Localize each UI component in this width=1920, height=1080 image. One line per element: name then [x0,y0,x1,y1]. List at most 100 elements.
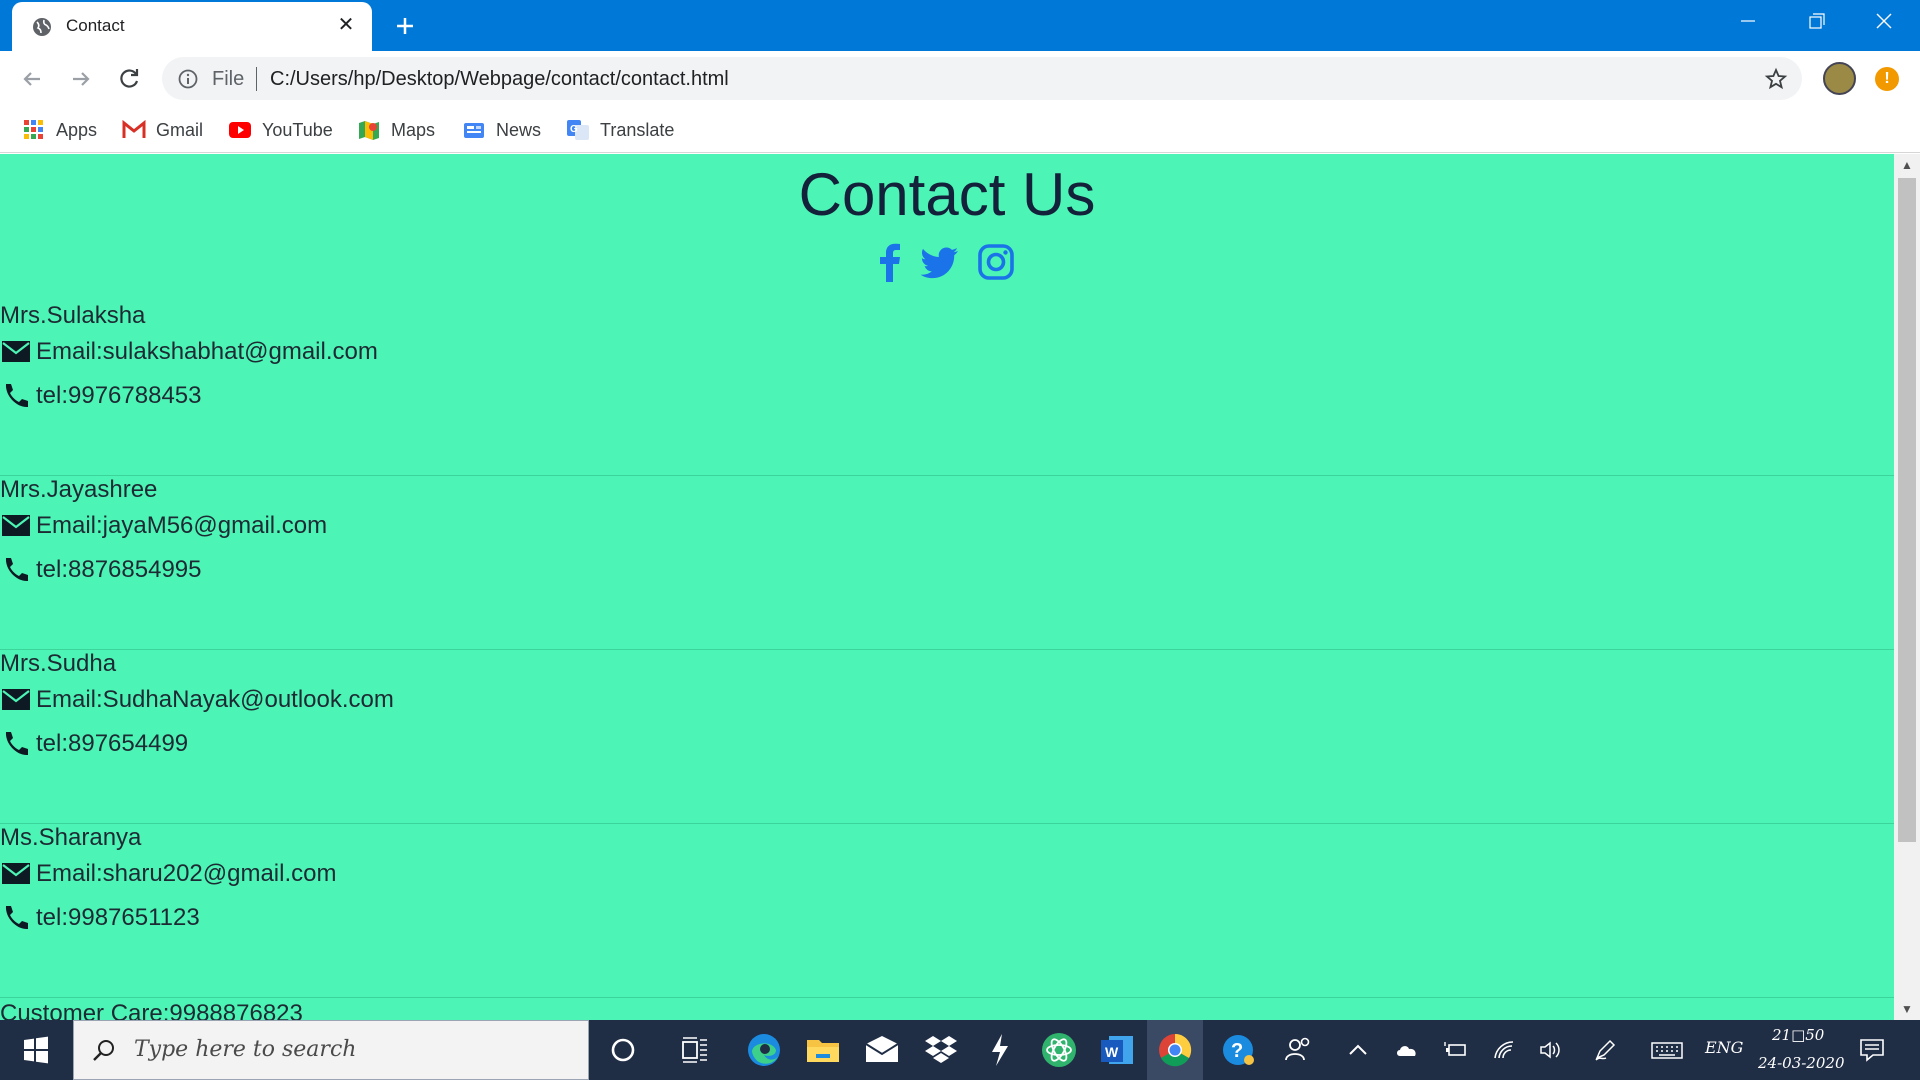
pen-ink-icon[interactable] [1592,1038,1618,1062]
bookmark-maps[interactable]: Maps [357,117,435,143]
bookmark-label: Apps [56,119,98,140]
search-placeholder: Type here to search [134,1037,357,1062]
input-language[interactable]: ENG [1705,1038,1743,1057]
contact-page: Contact Us Mrs.Sulaksha Email:sulakshabh… [0,154,1894,1020]
chrome-icon[interactable] [1153,1028,1197,1072]
show-hidden-icons-chevron-up-icon[interactable] [1345,1038,1371,1062]
word-icon[interactable]: W [1095,1028,1139,1072]
people-icon[interactable] [1276,1028,1320,1072]
contact-email-row: Email:SudhaNayak@outlook.com [0,682,394,718]
atom-app-icon[interactable] [1037,1028,1081,1072]
keyboard-icon[interactable] [1650,1038,1684,1062]
browser-tab[interactable]: Contact ✕ [12,2,372,51]
clock-date[interactable]: 24-03-2020 [1758,1054,1844,1072]
contact-email: Email:sharu202@gmail.com [36,860,337,887]
apps-grid-icon [24,120,43,139]
info-icon[interactable] [178,69,198,89]
search-icon [93,1040,114,1061]
gmail-icon [122,119,146,138]
bookmark-label: Gmail [156,119,204,140]
bookmark-star-icon[interactable] [1764,67,1788,91]
task-view-icon[interactable] [673,1028,717,1072]
phone-icon [5,732,28,756]
customer-care: Customer Care:9988876823 [0,1000,303,1020]
contact-phone: tel:897654499 [36,730,189,757]
contact-phone-row: tel:9987651123 [0,900,200,936]
bookmark-news[interactable]: News [462,117,541,143]
phone-icon [5,384,28,408]
profile-avatar[interactable] [1823,62,1856,95]
envelope-icon [2,689,30,710]
svg-text:G: G [570,124,578,135]
social-links [870,242,1030,282]
bookmark-youtube[interactable]: YouTube [228,117,333,143]
address-separator [256,67,257,91]
url-text[interactable]: C:/Users/hp/Desktop/Webpage/contact/cont… [270,68,729,91]
lightning-app-icon[interactable] [978,1028,1022,1072]
volume-icon[interactable] [1538,1038,1564,1062]
envelope-icon [2,515,30,536]
instagram-icon[interactable] [976,242,1016,282]
scheme-label: File [212,68,245,90]
bookmark-apps[interactable]: Apps [22,117,97,143]
file-explorer-icon[interactable] [801,1028,845,1072]
battery-icon[interactable] [1443,1038,1469,1062]
restore-button[interactable] [1798,6,1834,36]
scroll-up-arrow[interactable]: ▲ [1900,158,1914,172]
address-bar[interactable]: File C:/Users/hp/Desktop/Webpage/contact… [162,57,1802,100]
cortana-icon[interactable] [601,1028,645,1072]
windows-taskbar: Type here to search W ? ENG 21□50 24-03-… [0,1020,1920,1080]
update-alert-icon[interactable]: ! [1875,67,1899,91]
contact-email: Email:sulakshabhat@gmail.com [36,338,378,365]
contact-phone: tel:8876854995 [36,556,202,583]
bookmark-gmail[interactable]: Gmail [122,117,203,143]
svg-text:W: W [1105,1044,1119,1060]
help-icon[interactable]: ? [1216,1028,1260,1072]
contact-card: Mrs.Sulaksha Email:sulakshabhat@gmail.co… [0,302,1894,476]
wifi-icon[interactable] [1492,1038,1518,1062]
scroll-thumb[interactable] [1898,178,1916,842]
tab-strip: Contact ✕ [0,0,1920,51]
page-title: Contact Us [798,161,1096,228]
contact-phone: tel:9987651123 [36,904,200,931]
twitter-icon[interactable] [920,242,960,282]
onedrive-icon[interactable] [1394,1038,1420,1062]
mail-icon[interactable] [860,1028,904,1072]
close-window-button[interactable] [1866,6,1902,36]
browser-toolbar: File C:/Users/hp/Desktop/Webpage/contact… [0,51,1920,107]
taskbar-search-box[interactable]: Type here to search [73,1020,589,1080]
contact-name: Mrs.Jayashree [0,476,158,503]
bookmarks-bar: Apps Gmail YouTube Maps News G Translate [0,107,1920,153]
bookmark-translate[interactable]: G Translate [566,117,674,143]
back-button[interactable] [17,64,47,94]
contact-card: Mrs.Sudha Email:SudhaNayak@outlook.com t… [0,650,1894,824]
contact-email-row: Email:sharu202@gmail.com [0,856,336,892]
notification-center-icon[interactable] [1858,1036,1886,1064]
maps-icon [359,121,379,140]
bookmark-label: Translate [600,119,675,140]
bookmark-label: YouTube [262,119,333,140]
facebook-icon[interactable] [870,242,910,282]
contact-phone-row: tel:897654499 [0,726,188,762]
minimize-button[interactable] [1730,6,1766,36]
contact-phone: tel:9976788453 [36,382,202,409]
new-tab-button[interactable] [390,11,420,41]
edge-icon[interactable] [742,1028,786,1072]
youtube-icon [229,122,251,138]
contact-phone-row: tel:9976788453 [0,378,202,414]
dropbox-icon[interactable] [919,1028,963,1072]
phone-icon [5,558,28,582]
contact-email-row: Email:jayaM56@gmail.com [0,508,327,544]
bookmark-label: Maps [391,119,436,140]
contact-email: Email:SudhaNayak@outlook.com [36,686,394,713]
contact-name: Ms.Sharanya [0,824,142,851]
clock-time[interactable]: 21□50 [1772,1026,1824,1044]
scroll-down-arrow[interactable]: ▼ [1900,1002,1914,1016]
reload-button[interactable] [114,64,144,94]
page-scrollbar[interactable]: ▲ ▼ [1894,154,1920,1020]
phone-icon [5,906,28,930]
windows-start-icon[interactable] [0,1020,72,1080]
contact-card: Mrs.Jayashree Email:jayaM56@gmail.com te… [0,476,1894,650]
forward-button[interactable] [66,64,96,94]
tab-close-button[interactable]: ✕ [335,14,357,36]
